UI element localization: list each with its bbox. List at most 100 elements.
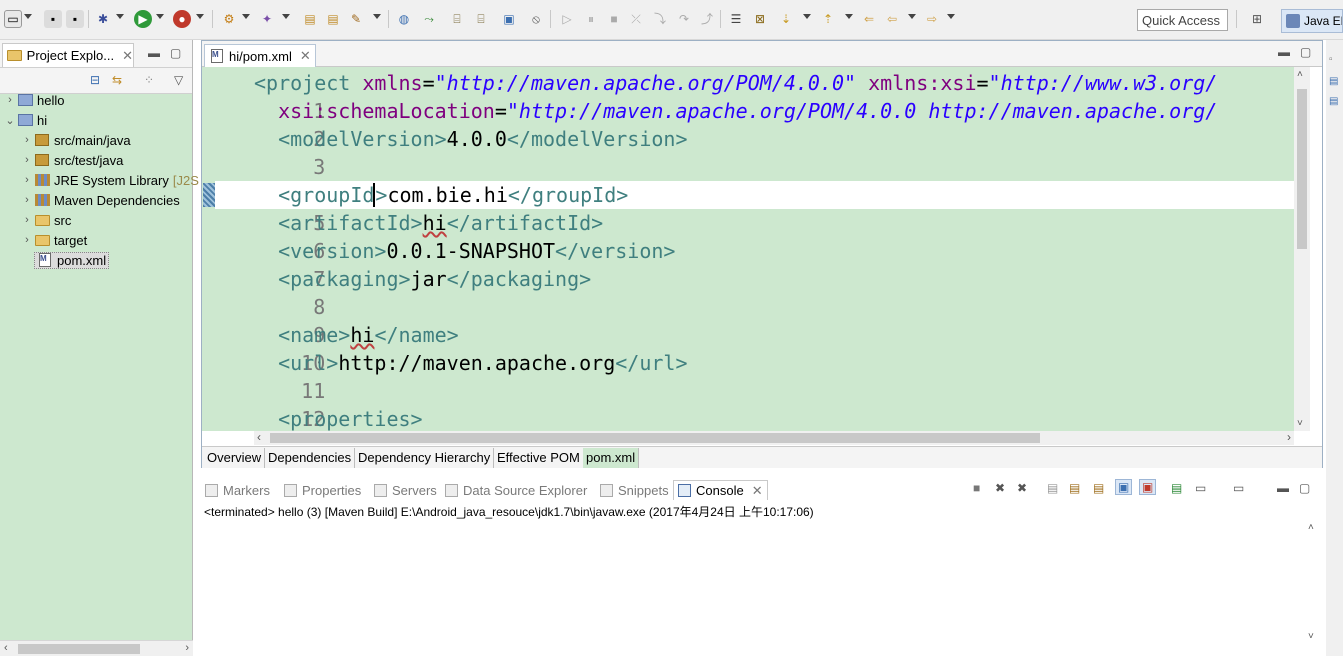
scrollbar-thumb[interactable] xyxy=(270,433,1040,443)
tab-console[interactable]: Console ✕ xyxy=(673,480,768,500)
web-browser-icon[interactable]: ◍ xyxy=(395,10,413,28)
maximize-icon[interactable]: ▢ xyxy=(1300,45,1311,59)
run-icon[interactable]: ▶ xyxy=(134,10,152,28)
toggle-editor-icon[interactable]: ▣ xyxy=(500,10,518,28)
word-wrap-icon[interactable]: ▤ xyxy=(1093,481,1104,495)
chevron-right-icon[interactable]: › xyxy=(20,134,34,146)
close-icon[interactable]: ✕ xyxy=(122,48,133,64)
tree-item-pom-xml[interactable]: M pom.xml xyxy=(34,250,110,270)
tab-pom-xml-source[interactable]: pom.xml xyxy=(583,448,640,468)
task-icon[interactable]: ⌸ xyxy=(448,10,466,28)
tab-data-source-explorer[interactable]: Data Source Explorer xyxy=(445,480,587,500)
code-line[interactable]: 9 xyxy=(215,293,1294,347)
selected-tree-item[interactable]: M pom.xml xyxy=(34,251,110,269)
terminate-icon[interactable]: ■ xyxy=(973,481,980,495)
new-server-icon[interactable]: ⚙ xyxy=(220,10,238,28)
tree-item-hello[interactable]: › hello xyxy=(0,90,64,110)
scroll-left-icon[interactable]: ‹ xyxy=(257,430,261,444)
link-with-editor-icon[interactable]: ⇆ xyxy=(112,73,122,87)
tab-properties[interactable]: Properties xyxy=(284,480,361,500)
code-line[interactable]: 7 <version>0.0.1-SNAPSHOT</version> xyxy=(215,237,1294,291)
open-type-icon[interactable]: ▤ xyxy=(301,10,319,28)
forward-icon[interactable]: ⇨ xyxy=(923,10,941,28)
step-into-icon[interactable]: ⤵ xyxy=(651,10,669,28)
annotation-icon[interactable]: ⌸ xyxy=(472,10,490,28)
tab-overview[interactable]: Overview xyxy=(204,448,266,468)
code-line[interactable]: 13 <properties> xyxy=(215,405,1294,431)
tree-item-src[interactable]: › src xyxy=(20,210,71,230)
run-dropdown-icon[interactable] xyxy=(156,14,164,19)
code-line[interactable]: 1 <project xmlns="http://maven.apache.or… xyxy=(215,69,1294,123)
scroll-down-icon[interactable]: ˅ xyxy=(1308,631,1314,642)
minimize-icon[interactable]: ▬ xyxy=(148,46,160,60)
refactor-icon[interactable]: ⤳ xyxy=(420,10,438,28)
tab-effective-pom[interactable]: Effective POM xyxy=(494,448,584,468)
scrollbar-thumb[interactable] xyxy=(18,644,140,654)
show-console-stderr-icon[interactable]: ▣ xyxy=(1139,479,1157,495)
step-return-icon[interactable]: ⤴ xyxy=(698,10,716,28)
chevron-right-icon[interactable]: › xyxy=(20,194,34,206)
editor-vertical-scrollbar[interactable]: ˄ ˅ xyxy=(1294,67,1310,431)
debug-icon[interactable]: ✱ xyxy=(94,10,112,28)
scroll-right-icon[interactable]: › xyxy=(185,642,189,654)
open-perspective-icon[interactable]: ⊞ xyxy=(1248,10,1266,28)
editor-horizontal-scrollbar[interactable]: ‹ › xyxy=(254,430,1294,445)
view-menu-icon[interactable]: ▽ xyxy=(174,73,183,87)
disconnect-icon[interactable]: ⤫ xyxy=(627,10,645,28)
scroll-down-icon[interactable]: ˅ xyxy=(1297,418,1303,429)
scroll-right-icon[interactable]: › xyxy=(1287,430,1291,444)
tree-item-jre-system-library[interactable]: › JRE System Library [J2S xyxy=(20,170,199,190)
maximize-icon[interactable]: ▢ xyxy=(170,46,181,60)
filter-icon[interactable]: ⁘ xyxy=(144,73,154,87)
new-file-icon[interactable]: ▭ xyxy=(4,10,22,28)
tree-item-maven-dependencies[interactable]: › Maven Dependencies xyxy=(20,190,180,210)
tree-item-src-test-java[interactable]: › src/test/java xyxy=(20,150,123,170)
scrollbar-thumb[interactable] xyxy=(1297,89,1307,249)
new-class-dropdown-icon[interactable] xyxy=(282,14,290,19)
save-icon[interactable]: ▪ xyxy=(44,10,62,28)
tree-item-target[interactable]: › target xyxy=(20,230,87,250)
open-console-icon[interactable]: ▭ xyxy=(1233,481,1244,495)
new-server-dropdown-icon[interactable] xyxy=(242,14,250,19)
pin-console-icon[interactable]: ▤ xyxy=(1171,481,1182,495)
tree-item-src-main-java[interactable]: › src/main/java xyxy=(20,130,130,150)
resume-icon[interactable]: ▷ xyxy=(558,10,576,28)
close-icon[interactable]: ✕ xyxy=(752,483,763,499)
quick-access-input[interactable]: Quick Access xyxy=(1137,9,1228,31)
scroll-lock-icon[interactable]: ▤ xyxy=(1069,481,1080,495)
restore-icon[interactable]: ▫ xyxy=(1329,54,1333,65)
code-line[interactable]: 6 <artifactId>hi</artifactId> xyxy=(215,209,1294,263)
remove-all-terminated-icon[interactable]: ✖ xyxy=(1017,481,1027,495)
code-line[interactable]: 11 <url>http://maven.apache.org</url> xyxy=(215,349,1294,403)
clear-console-icon[interactable]: ▤ xyxy=(1047,481,1058,495)
chevron-right-icon[interactable]: › xyxy=(20,174,34,186)
chevron-right-icon[interactable]: › xyxy=(20,214,34,226)
remove-launch-icon[interactable]: ✖ xyxy=(995,481,1005,495)
external-tools-icon[interactable]: ● xyxy=(173,10,191,28)
chevron-right-icon[interactable]: › xyxy=(20,234,34,246)
tree-item-hi[interactable]: ⌄ hi xyxy=(0,110,47,130)
terminate-icon[interactable]: ■ xyxy=(605,10,623,28)
back-icon[interactable]: ⇦ xyxy=(883,10,901,28)
external-tools-dropdown-icon[interactable] xyxy=(196,14,204,19)
next-annotation-icon[interactable]: ⇣ xyxy=(777,10,795,28)
scroll-up-icon[interactable]: ˄ xyxy=(1308,522,1314,533)
code-line-current[interactable]: 5 <groupId>com.bie.hi</groupId> xyxy=(215,181,1294,235)
tab-markers[interactable]: Markers xyxy=(205,480,270,500)
suspend-icon[interactable]: ⏸ xyxy=(582,10,600,28)
next-annotation-dropdown-icon[interactable] xyxy=(803,14,811,19)
toggle-breadcrumb-icon[interactable]: ⦸ xyxy=(527,10,545,28)
back-dropdown-icon[interactable] xyxy=(908,14,916,19)
open-folder-icon[interactable]: ▤ xyxy=(324,10,342,28)
last-edit-location-icon[interactable]: ⇐ xyxy=(860,10,878,28)
scroll-up-icon[interactable]: ˄ xyxy=(1297,69,1303,80)
minimize-icon[interactable]: ▬ xyxy=(1277,481,1289,495)
outline-icon[interactable]: ▤ xyxy=(1329,76,1338,87)
tab-servers[interactable]: Servers xyxy=(374,480,437,500)
chevron-down-icon[interactable]: ⌄ xyxy=(3,114,17,127)
close-icon[interactable]: ✕ xyxy=(300,48,311,64)
code-line[interactable]: 3 <modelVersion>4.0.0</modelVersion> xyxy=(215,125,1294,179)
step-over-icon[interactable]: ↷ xyxy=(675,10,693,28)
code-editor-area[interactable]: 1 <project xmlns="http://maven.apache.or… xyxy=(202,67,1294,431)
explorer-horizontal-scrollbar[interactable]: ‹ › xyxy=(0,640,193,656)
